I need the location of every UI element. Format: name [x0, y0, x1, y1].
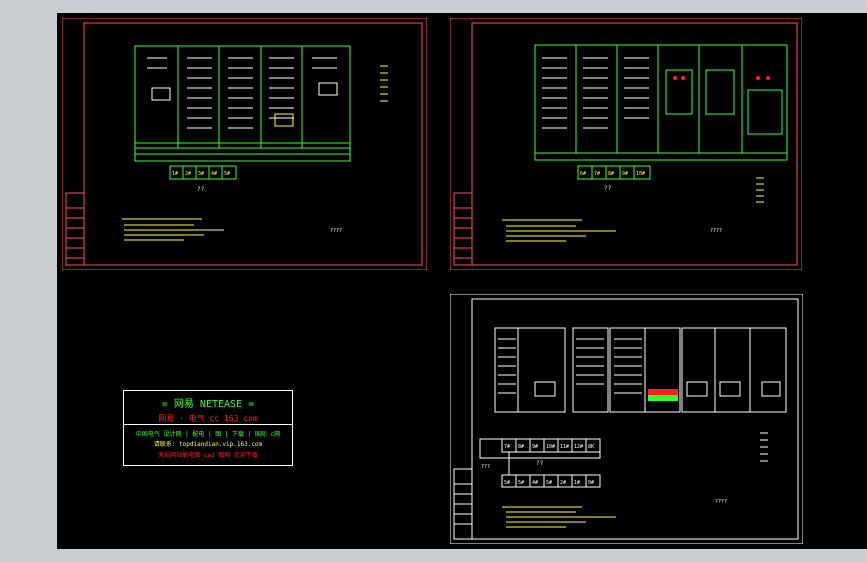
legend-marks — [760, 432, 768, 462]
revision-cells — [454, 207, 472, 259]
tile-row: 1# 2# 3# 4# 5# — [169, 165, 237, 180]
tile-label: 9# — [622, 171, 628, 177]
logo-line: 网易 · 电气 cc 163 com — [158, 414, 258, 423]
breaker-rows — [147, 57, 337, 129]
logo-divider — [124, 424, 292, 425]
tile-label: 3# — [198, 171, 204, 177]
drawing-sheet-1: 1# 2# 3# 4# 5# ?? ???? — [62, 18, 427, 270]
sheet-caption: ???? — [710, 228, 722, 234]
panel-lineup — [534, 44, 788, 154]
sheet-caption: ???? — [715, 499, 727, 505]
upper-tile-row: 7# 8# 9# 10# 11# 12# 8K — [479, 438, 601, 459]
panel-index-row — [134, 153, 351, 162]
panel-group — [494, 327, 787, 413]
revision-cells — [66, 207, 84, 259]
tile-label: 5# — [546, 480, 552, 486]
indicator-lamp — [681, 76, 685, 80]
inner-frame — [471, 22, 798, 266]
tile-row: 6# 7# 8# 9# 10# — [577, 165, 651, 180]
panel-dividers — [575, 45, 743, 153]
tile-label: 5# — [224, 171, 230, 177]
question-label: ?? — [604, 185, 612, 192]
tile-label: 11# — [560, 444, 569, 450]
sheet-1-canvas: 1# 2# 3# 4# 5# ?? ???? — [62, 18, 427, 270]
sheet-3-canvas: 7# 8# 9# 10# 11# 12# 8K ??? ?? 5# 5# 4# … — [450, 294, 803, 544]
sheet-caption: ???? — [330, 228, 342, 234]
meter-box — [318, 82, 338, 96]
notes-lines — [502, 506, 616, 528]
watermark-logo-box: = 网易 NETEASE = 网易 · 电气 cc 163 com 中国电气 设… — [123, 390, 293, 466]
left-label: ??? — [481, 464, 490, 470]
legend-marks — [380, 65, 388, 102]
tile-label: 8# — [518, 444, 524, 450]
tile-label: 4# — [532, 480, 538, 486]
cad-viewport[interactable]: 1# 2# 3# 4# 5# ?? ???? 6# 7# 8# 9# 10# ?… — [57, 13, 867, 549]
tile-label: 12# — [574, 444, 583, 450]
panel-index-row — [534, 152, 788, 161]
logo-line: 请联系: topdiandian.vip.163.com — [153, 441, 263, 448]
revision-cells — [454, 483, 472, 525]
meter-box — [274, 113, 294, 127]
sheet-2-canvas: 6# 7# 8# 9# 10# ?? ???? — [450, 18, 802, 270]
logo-line: 无损网站配电图 cad 图网 欢迎下载 — [158, 452, 258, 459]
logo-title: = 网易 NETEASE = — [161, 399, 255, 410]
logo-line: 中国电气 设计网 | 配电 | 图 | 下载 | 国际 c网 — [135, 431, 281, 438]
tile-label: 8# — [608, 171, 614, 177]
drawing-sheet-2: 6# 7# 8# 9# 10# ?? ???? — [450, 18, 802, 270]
notes-lines — [122, 218, 224, 241]
indicator-lamp — [766, 76, 770, 80]
tile-label: 6# — [580, 171, 586, 177]
breaker-compartment — [665, 69, 693, 115]
tile-label: 2# — [185, 171, 191, 177]
tile-label: 2# — [560, 480, 566, 486]
tile-label: 7# — [594, 171, 600, 177]
question-label: ?? — [197, 186, 205, 193]
tile-label: 9# — [532, 444, 538, 450]
indicator-lamp — [756, 76, 760, 80]
tile-label: 0# — [588, 480, 594, 486]
panel-base — [134, 142, 351, 149]
tile-label: 10# — [546, 444, 555, 450]
tile-label: 5# — [504, 480, 510, 486]
notes-lines — [502, 219, 616, 242]
breaker-rows — [542, 57, 649, 129]
tile-label: 1# — [172, 171, 178, 177]
tile-label: 7# — [504, 444, 510, 450]
breaker-compartment — [747, 89, 783, 135]
drawing-sheet-3: 7# 8# 9# 10# 11# 12# 8K ??? ?? 5# 5# 4# … — [450, 294, 803, 544]
tile-label: 10# — [636, 171, 645, 177]
inner-frame — [471, 298, 799, 540]
indicator-lamp — [673, 76, 677, 80]
highlight-bar — [648, 389, 678, 395]
legend-marks — [756, 177, 764, 203]
tile-label: 1# — [574, 480, 580, 486]
title-strip — [453, 192, 473, 266]
question-label: ?? — [536, 460, 544, 467]
title-strip — [65, 192, 85, 266]
tile-label: 4# — [211, 171, 217, 177]
tile-label: 5# — [518, 480, 524, 486]
panel-dividers — [177, 46, 303, 148]
breaker-compartment — [705, 69, 735, 115]
outer-frame — [62, 18, 427, 270]
lower-tile-row: 5# 5# 4# 5# 2# 1# 0# — [501, 452, 601, 488]
tile-label: 8K — [588, 444, 594, 450]
meter-box — [151, 87, 171, 101]
outer-frame — [450, 18, 802, 270]
highlight-bar — [648, 395, 678, 401]
